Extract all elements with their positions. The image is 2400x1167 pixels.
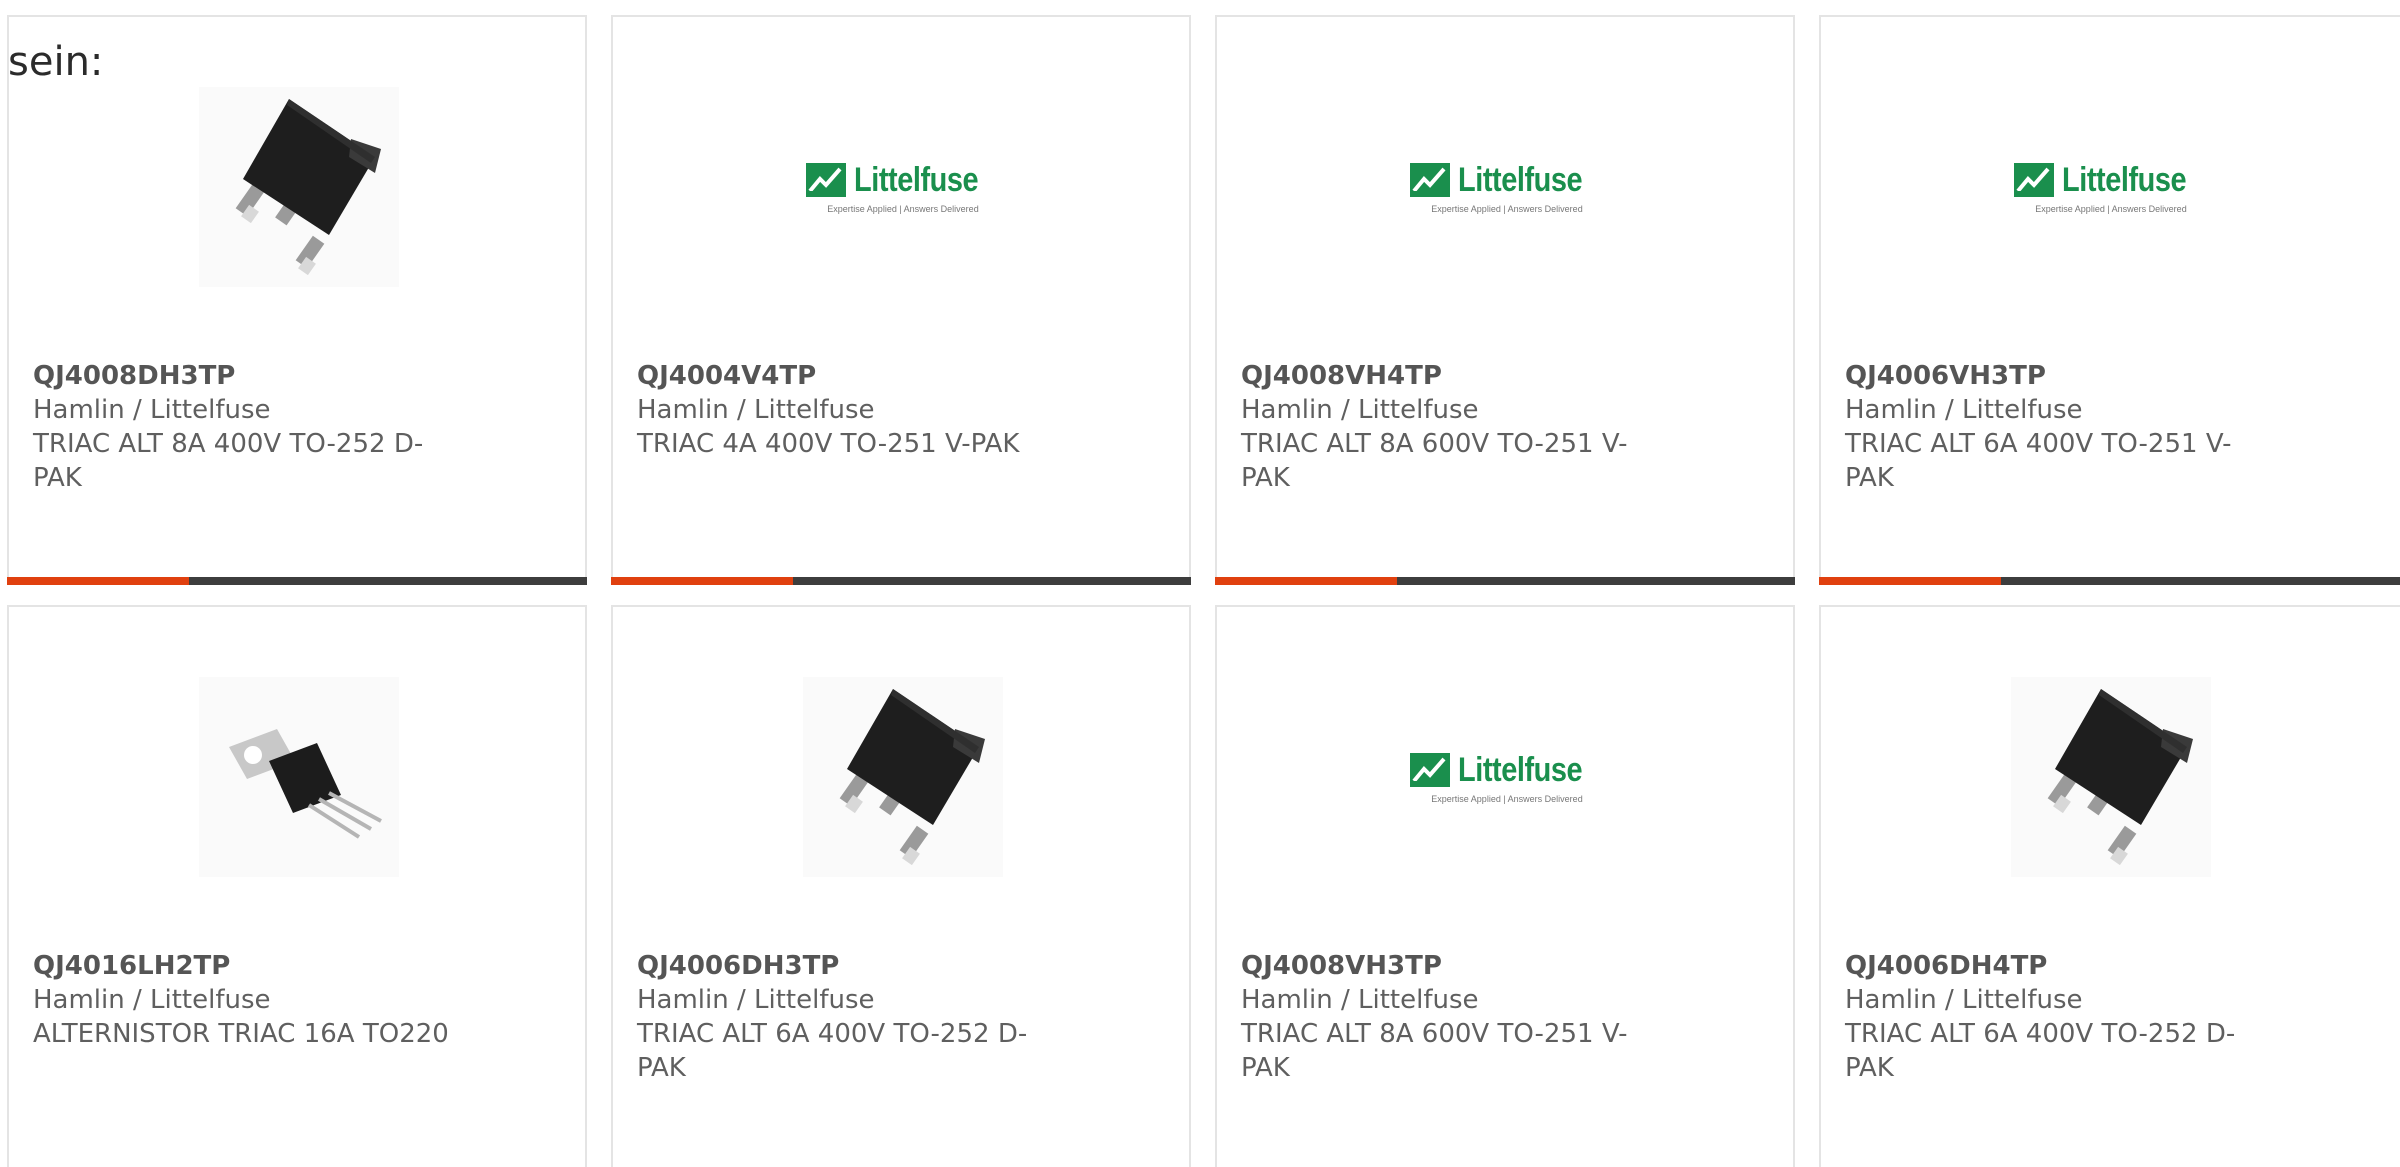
logo-tagline: Expertise Applied | Answers Delivered (1431, 793, 1583, 804)
littelfuse-logo: Littelfuse Expertise Applied | Answers D… (2013, 160, 2208, 214)
logo-tagline: Expertise Applied | Answers Delivered (827, 203, 979, 214)
description-label: TRIAC ALT 6A 400V TO-252 D-PAK (1845, 1019, 2236, 1083)
product-image: Littelfuse Expertise Applied | Answers D… (2011, 87, 2211, 287)
logo-word: Littelfuse (1457, 160, 1583, 199)
dpak-package-icon (839, 689, 985, 866)
part-number-link[interactable]: QJ4016LH2TP (33, 949, 453, 983)
product-text: QJ4006DH4TP Hamlin / Littelfuse TRIAC AL… (1845, 949, 2265, 1085)
dpak-package-icon (2047, 689, 2193, 866)
description-label: ALTERNISTOR TRIAC 16A TO220 (33, 1019, 449, 1049)
accent-fill (7, 577, 189, 585)
littelfuse-mark-icon (1409, 753, 1450, 787)
product-card[interactable]: QJ4006DH4TP Hamlin / Littelfuse TRIAC AL… (1819, 605, 2400, 1167)
product-card[interactable]: Littelfuse Expertise Applied | Answers D… (1819, 15, 2400, 585)
product-image: Littelfuse Expertise Applied | Answers D… (1407, 677, 1607, 877)
product-image: Littelfuse Expertise Applied | Answers D… (1407, 87, 1607, 287)
product-image (803, 677, 1003, 877)
description-label: TRIAC ALT 6A 400V TO-251 V-PAK (1845, 429, 2232, 493)
logo-tagline: Expertise Applied | Answers Delivered (2035, 203, 2187, 214)
part-number-link[interactable]: QJ4006VH3TP (1845, 359, 2265, 393)
to220-package-icon (229, 729, 382, 839)
product-image (199, 87, 399, 287)
intro-text: sein: (8, 39, 104, 85)
littelfuse-mark-icon (2013, 163, 2054, 197)
product-image: Littelfuse Expertise Applied | Answers D… (803, 87, 1003, 287)
product-text: QJ4006DH3TP Hamlin / Littelfuse TRIAC AL… (637, 949, 1057, 1085)
product-grid-page: sein: QJ4008DH3TP Hamlin / Littelfuse TR… (0, 0, 2400, 1167)
manufacturer-label: Hamlin / Littelfuse (1845, 395, 2083, 425)
product-card[interactable]: Littelfuse Expertise Applied | Answers D… (1215, 15, 1795, 585)
product-text: QJ4008VH3TP Hamlin / Littelfuse TRIAC AL… (1241, 949, 1661, 1085)
manufacturer-label: Hamlin / Littelfuse (1241, 395, 1479, 425)
manufacturer-label: Hamlin / Littelfuse (33, 985, 271, 1015)
card-accent-bar (7, 577, 587, 585)
manufacturer-label: Hamlin / Littelfuse (1845, 985, 2083, 1015)
product-card[interactable]: QJ4006DH3TP Hamlin / Littelfuse TRIAC AL… (611, 605, 1191, 1167)
product-text: QJ4004V4TP Hamlin / Littelfuse TRIAC 4A … (637, 359, 1057, 461)
product-card[interactable]: QJ4008DH3TP Hamlin / Littelfuse TRIAC AL… (7, 15, 587, 585)
littelfuse-logo: Littelfuse Expertise Applied | Answers D… (805, 160, 1000, 214)
part-number-link[interactable]: QJ4006DH4TP (1845, 949, 2265, 983)
product-text: QJ4006VH3TP Hamlin / Littelfuse TRIAC AL… (1845, 359, 2265, 495)
accent-fill (1819, 577, 2001, 585)
accent-fill (1215, 577, 1397, 585)
manufacturer-label: Hamlin / Littelfuse (637, 395, 875, 425)
product-text: QJ4008VH4TP Hamlin / Littelfuse TRIAC AL… (1241, 359, 1661, 495)
product-card[interactable]: QJ4016LH2TP Hamlin / Littelfuse ALTERNIS… (7, 605, 587, 1167)
description-label: TRIAC ALT 8A 600V TO-251 V-PAK (1241, 1019, 1628, 1083)
manufacturer-label: Hamlin / Littelfuse (1241, 985, 1479, 1015)
description-label: TRIAC ALT 8A 600V TO-251 V-PAK (1241, 429, 1628, 493)
product-text: QJ4016LH2TP Hamlin / Littelfuse ALTERNIS… (33, 949, 453, 1051)
product-text: QJ4008DH3TP Hamlin / Littelfuse TRIAC AL… (33, 359, 453, 495)
card-accent-bar (611, 577, 1191, 585)
part-number-link[interactable]: QJ4008VH3TP (1241, 949, 1661, 983)
logo-word: Littelfuse (1457, 750, 1583, 789)
accent-fill (611, 577, 793, 585)
product-card[interactable]: Littelfuse Expertise Applied | Answers D… (611, 15, 1191, 585)
card-accent-bar (1215, 577, 1795, 585)
part-number-link[interactable]: QJ4006DH3TP (637, 949, 1057, 983)
description-label: TRIAC ALT 6A 400V TO-252 D-PAK (637, 1019, 1028, 1083)
description-label: TRIAC 4A 400V TO-251 V-PAK (637, 429, 1020, 459)
product-image (199, 677, 399, 877)
product-card[interactable]: Littelfuse Expertise Applied | Answers D… (1215, 605, 1795, 1167)
logo-tagline: Expertise Applied | Answers Delivered (1431, 203, 1583, 214)
littelfuse-logo: Littelfuse Expertise Applied | Answers D… (1409, 750, 1604, 804)
part-number-link[interactable]: QJ4008DH3TP (33, 359, 453, 393)
product-image (2011, 677, 2211, 877)
littelfuse-logo: Littelfuse Expertise Applied | Answers D… (1409, 160, 1604, 214)
littelfuse-mark-icon (805, 163, 846, 197)
logo-word: Littelfuse (853, 160, 979, 199)
logo-word: Littelfuse (2061, 160, 2187, 199)
part-number-link[interactable]: QJ4008VH4TP (1241, 359, 1661, 393)
dpak-package-icon (235, 99, 381, 276)
description-label: TRIAC ALT 8A 400V TO-252 D-PAK (33, 429, 424, 493)
manufacturer-label: Hamlin / Littelfuse (33, 395, 271, 425)
card-accent-bar (1819, 577, 2400, 585)
manufacturer-label: Hamlin / Littelfuse (637, 985, 875, 1015)
littelfuse-mark-icon (1409, 163, 1450, 197)
part-number-link[interactable]: QJ4004V4TP (637, 359, 1057, 393)
